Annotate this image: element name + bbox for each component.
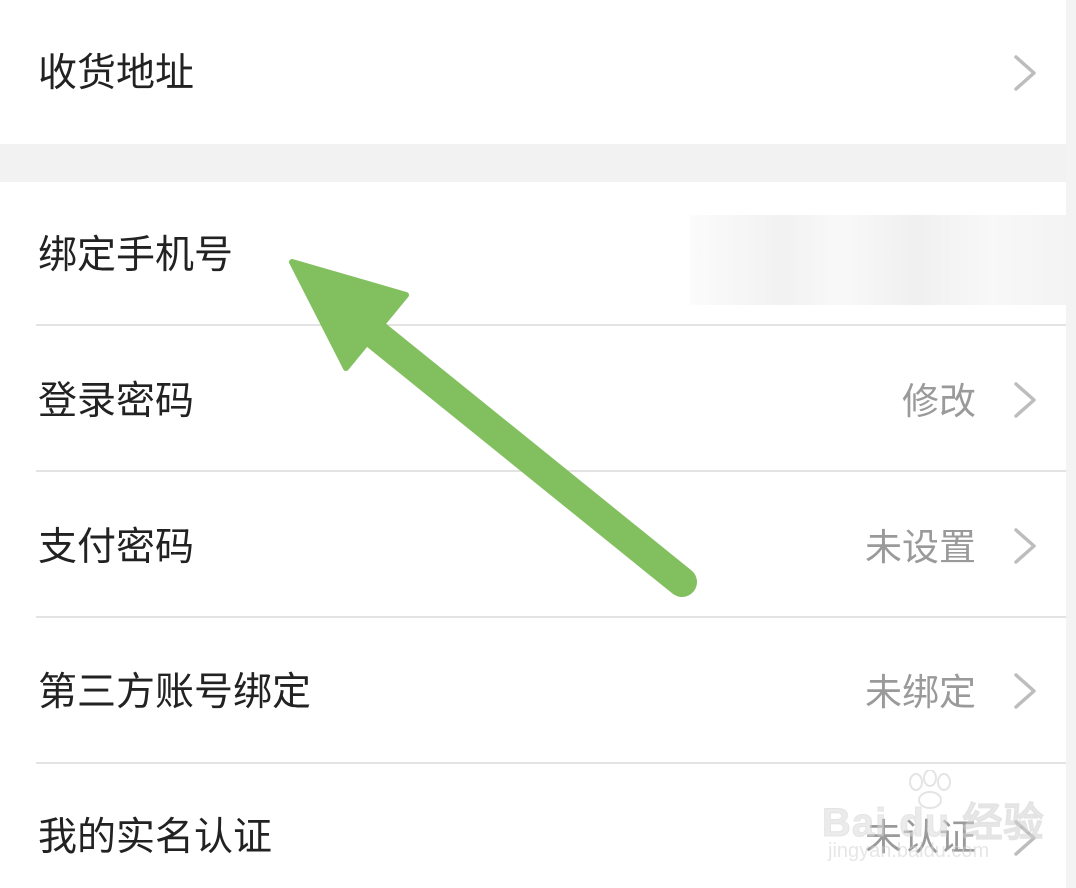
settings-row-payment-password[interactable]: 支付密码 未设置 [0,472,1066,616]
row-value: 未绑定 [865,671,976,714]
blurred-phone-number [690,215,1066,305]
section-gap [0,144,1066,182]
row-value: 未认证 [865,816,976,859]
chevron-right-icon [1014,382,1036,418]
screen-edge [1066,0,1076,888]
row-value: 修改 [902,380,976,423]
row-label: 收货地址 [38,51,195,96]
settings-row-real-name-verification[interactable]: 我的实名认证 未认证 [0,764,1066,888]
settings-row-login-password[interactable]: 登录密码 修改 [0,326,1066,470]
row-label: 我的实名认证 [38,815,273,860]
settings-row-shipping-address[interactable]: 收货地址 [0,0,1066,144]
chevron-right-icon [1014,820,1036,856]
row-label: 登录密码 [38,379,195,424]
account-settings-screen: 收货地址 绑定手机号 登录密码 修改 支付密码 未设置 第三方账号绑定 未绑定 [0,0,1066,888]
chevron-right-icon [1014,673,1036,709]
settings-row-third-party-binding[interactable]: 第三方账号绑定 未绑定 [0,618,1066,762]
row-label: 第三方账号绑定 [38,670,312,715]
row-value: 未设置 [865,526,976,569]
chevron-right-icon [1014,528,1036,564]
chevron-right-icon [1014,55,1036,91]
row-label: 绑定手机号 [38,233,234,278]
row-label: 支付密码 [38,525,195,570]
